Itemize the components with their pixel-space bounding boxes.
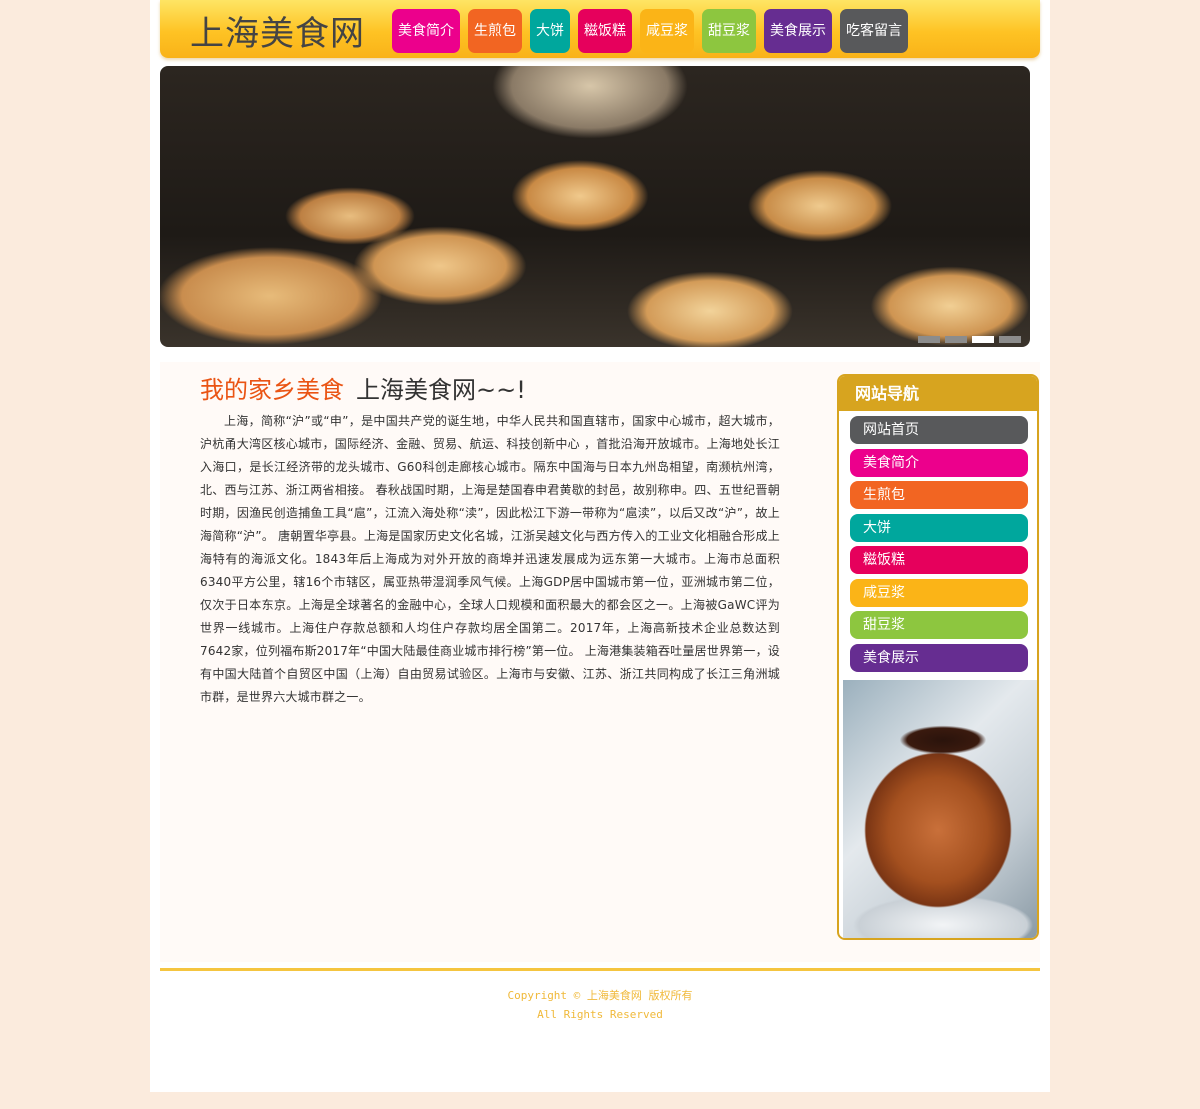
sidebar-heading: 网站导航 bbox=[839, 376, 1037, 411]
sidebar-nav: 网站首页 美食简介 生煎包 大饼 糍饭糕 咸豆浆 甜豆浆 美食展示 bbox=[839, 411, 1037, 672]
sidebar-item-cifangao[interactable]: 糍饭糕 bbox=[850, 546, 1028, 574]
footer-rights: All Rights Reserved bbox=[537, 1008, 663, 1021]
nav-item-shengjianbao[interactable]: 生煎包 bbox=[468, 9, 522, 53]
sidebar-item-sweet-soymilk[interactable]: 甜豆浆 bbox=[850, 611, 1028, 639]
footer-copyright: Copyright © 上海美食网 版权所有 bbox=[507, 989, 693, 1002]
nav-item-guestbook[interactable]: 吃客留言 bbox=[840, 9, 908, 53]
nav-item-sweet-soymilk[interactable]: 甜豆浆 bbox=[702, 9, 756, 53]
sidebar-item-home[interactable]: 网站首页 bbox=[850, 416, 1028, 444]
site-logo[interactable]: 上海美食网 bbox=[190, 6, 365, 55]
page-container: 上海美食网 美食简介 生煎包 大饼 糍饭糕 咸豆浆 甜豆浆 美食展示 吃客留言 … bbox=[150, 0, 1050, 1092]
nav-item-intro[interactable]: 美食简介 bbox=[392, 9, 460, 53]
article-title-main: 我的家乡美食 bbox=[200, 376, 344, 404]
header: 上海美食网 美食简介 生煎包 大饼 糍饭糕 咸豆浆 甜豆浆 美食展示 吃客留言 bbox=[160, 0, 1040, 58]
article-body: 上海，简称“沪”或“申”，是中国共产党的诞生地，中华人民共和国直辖市，国家中心城… bbox=[200, 414, 780, 704]
banner-image-pancakes[interactable] bbox=[160, 66, 1030, 347]
sidebar-item-salty-soymilk[interactable]: 咸豆浆 bbox=[850, 578, 1028, 607]
article-title-sub: 上海美食网~~! bbox=[356, 376, 526, 404]
carousel-indicators bbox=[918, 336, 1021, 343]
nav-item-showcase[interactable]: 美食展示 bbox=[764, 9, 832, 53]
article-title: 我的家乡美食 上海美食网~~! bbox=[200, 372, 780, 408]
carousel-dot-1[interactable] bbox=[918, 336, 940, 343]
carousel-dot-2[interactable] bbox=[945, 336, 967, 343]
sidebar-item-shengjianbao[interactable]: 生煎包 bbox=[850, 481, 1028, 509]
sidebar-item-dabing[interactable]: 大饼 bbox=[850, 513, 1028, 542]
sidebar-photo-braised-pork-jar bbox=[843, 680, 1037, 938]
sidebar-item-showcase[interactable]: 美食展示 bbox=[850, 643, 1028, 672]
nav-item-salty-soymilk[interactable]: 咸豆浆 bbox=[640, 9, 694, 53]
sidebar-item-intro[interactable]: 美食简介 bbox=[850, 448, 1028, 477]
footer-divider bbox=[160, 968, 1040, 971]
carousel-dot-4[interactable] bbox=[999, 336, 1021, 343]
article: 我的家乡美食 上海美食网~~! 上海，简称“沪”或“申”，是中国共产党的诞生地，中… bbox=[200, 372, 780, 709]
nav-item-cifangao[interactable]: 糍饭糕 bbox=[578, 9, 632, 53]
footer: Copyright © 上海美食网 版权所有 All Rights Reserv… bbox=[160, 986, 1040, 1024]
carousel-dot-3[interactable] bbox=[972, 336, 994, 343]
sidebar: 网站导航 网站首页 美食简介 生煎包 大饼 糍饭糕 咸豆浆 甜豆浆 美食展示 bbox=[837, 374, 1039, 940]
main-nav: 美食简介 生煎包 大饼 糍饭糕 咸豆浆 甜豆浆 美食展示 吃客留言 bbox=[392, 9, 908, 53]
nav-item-dabing[interactable]: 大饼 bbox=[530, 9, 570, 53]
